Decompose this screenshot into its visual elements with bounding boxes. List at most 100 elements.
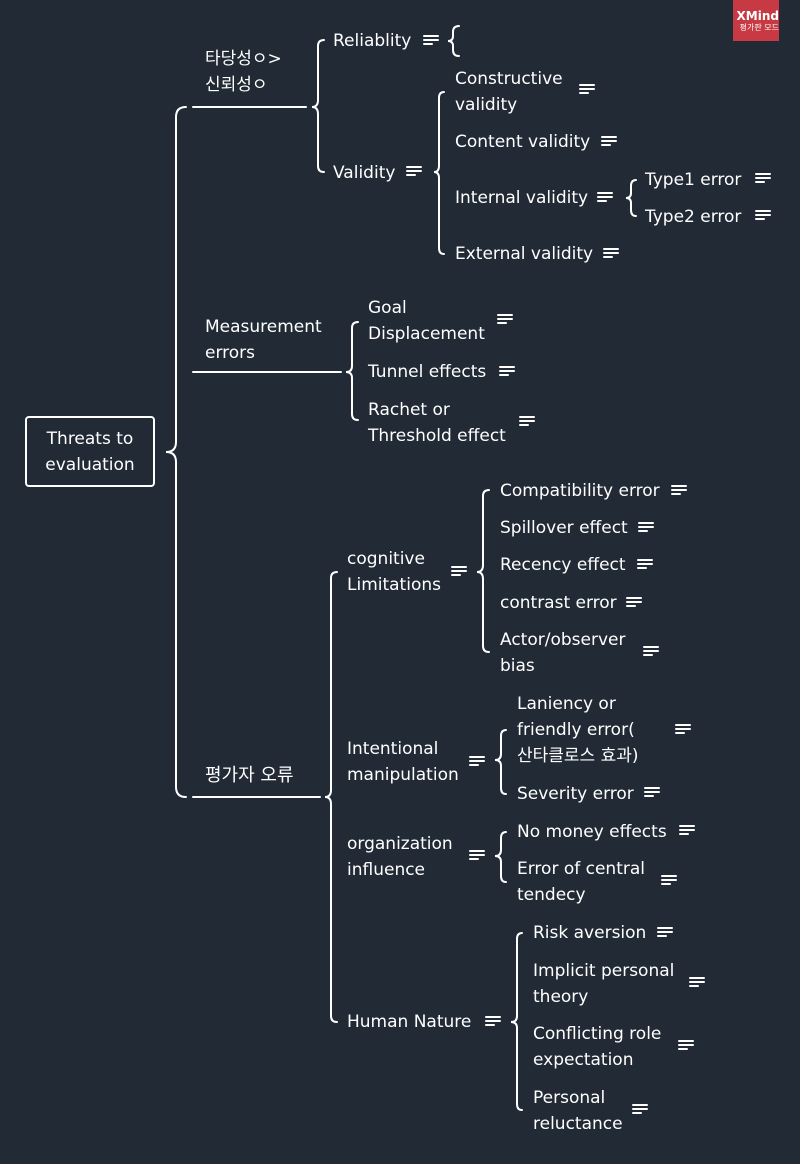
branch-label-line: 신뢰성ㅇ — [205, 75, 268, 95]
branch-label-line: errors — [205, 343, 256, 363]
note-icon[interactable] — [675, 724, 691, 735]
note-icon[interactable] — [755, 173, 771, 184]
topic-organization-influence[interactable]: organization influence — [347, 831, 453, 883]
topic-compatibility-error[interactable]: Compatibility error — [500, 478, 660, 504]
trial-mode-label: 평가판 모드 — [739, 22, 779, 32]
root-topic[interactable]: Threats to evaluation — [25, 416, 155, 487]
topic-intentional-manipulation[interactable]: Intentional manipulation — [347, 736, 459, 788]
note-icon[interactable] — [469, 756, 485, 767]
topic-actor-observer-bias[interactable]: Actor/observer bias — [500, 627, 625, 679]
topic-label-line: cognitive — [347, 549, 425, 569]
cognitive-brace — [476, 489, 490, 653]
note-icon[interactable] — [603, 248, 619, 259]
topic-label: Internal validity — [455, 188, 589, 208]
note-icon[interactable] — [626, 597, 642, 608]
topic-label-line: bias — [500, 656, 535, 676]
root-label-line2: evaluation — [45, 454, 135, 475]
topic-label: No money effects — [517, 822, 667, 842]
topic-label-line: Limitations — [347, 575, 441, 595]
topic-label-line: Intentional — [347, 739, 439, 759]
topic-content-validity[interactable]: Content validity — [455, 129, 590, 155]
topic-label-line: influence — [347, 860, 426, 880]
topic-rachet-threshold[interactable]: Rachet or Threshold effect — [368, 397, 506, 449]
note-icon[interactable] — [597, 192, 613, 203]
note-icon[interactable] — [469, 850, 485, 861]
note-icon[interactable] — [689, 977, 705, 988]
note-icon[interactable] — [678, 1040, 694, 1051]
note-icon[interactable] — [601, 136, 617, 147]
topic-no-money-effects[interactable]: No money effects — [517, 819, 667, 845]
topic-label-line: theory — [533, 987, 589, 1007]
topic-label: Type2 error — [645, 207, 742, 227]
note-icon[interactable] — [632, 1104, 648, 1115]
branch-evaluator-errors[interactable]: 평가자 오류 — [205, 763, 294, 789]
topic-label-line: validity — [455, 95, 518, 115]
topic-label: Human Nature — [347, 1012, 472, 1032]
branch-validity-reliability[interactable]: 타당성ㅇ> 신뢰성ㅇ — [205, 46, 282, 98]
topic-external-validity[interactable]: External validity — [455, 241, 593, 267]
branch-measurement-errors[interactable]: Measurement errors — [205, 314, 322, 366]
note-icon[interactable] — [643, 646, 659, 657]
note-icon[interactable] — [579, 84, 595, 95]
note-icon[interactable] — [644, 787, 660, 798]
topic-label-line: Conflicting role — [533, 1024, 662, 1044]
topic-reliability[interactable]: Reliablity — [333, 28, 411, 54]
topic-spillover-effect[interactable]: Spillover effect — [500, 515, 628, 541]
topic-human-nature[interactable]: Human Nature — [347, 1009, 471, 1035]
topic-tunnel-effects[interactable]: Tunnel effects — [368, 359, 486, 385]
topic-label-line: Displacement — [368, 324, 485, 344]
note-icon[interactable] — [671, 485, 687, 496]
topic-label-line: Personal — [533, 1088, 606, 1108]
xmind-trial-badge[interactable]: XMind 평가판 모드 — [733, 0, 779, 41]
topic-implicit-personal-theory[interactable]: Implicit personal theory — [533, 958, 674, 1010]
note-icon[interactable] — [637, 559, 653, 570]
note-icon[interactable] — [657, 927, 673, 938]
topic-label: Compatibility error — [500, 481, 660, 501]
note-icon[interactable] — [638, 522, 654, 533]
note-icon[interactable] — [499, 366, 515, 377]
note-icon[interactable] — [423, 35, 439, 46]
topic-label: contrast error — [500, 593, 617, 613]
note-icon[interactable] — [497, 314, 513, 325]
topic-internal-validity[interactable]: Internal validity — [455, 185, 588, 211]
topic-validity[interactable]: Validity — [333, 160, 395, 186]
topic-label-line: 산타클로스 효과) — [517, 746, 639, 766]
intentional-brace — [494, 729, 507, 795]
topic-label-line: Implicit personal — [533, 961, 675, 981]
topic-cognitive-limitations[interactable]: cognitive Limitations — [347, 546, 441, 598]
branch-label-line: Measurement — [205, 317, 322, 337]
note-icon[interactable] — [406, 166, 422, 177]
branch-label-line: 타당성ㅇ> — [205, 49, 282, 69]
topic-label: Risk aversion — [533, 923, 647, 943]
topic-goal-displacement[interactable]: Goal Displacement — [368, 295, 485, 347]
topic-constructive-validity[interactable]: Constructive validity — [455, 66, 563, 118]
topic-label: Validity — [333, 163, 396, 183]
topic-error-central-tendency[interactable]: Error of central tendecy — [517, 856, 645, 908]
topic-label: Recency effect — [500, 555, 626, 575]
topic-label-line: Error of central — [517, 859, 646, 879]
topic-contrast-error[interactable]: contrast error — [500, 590, 617, 616]
note-icon[interactable] — [485, 1016, 501, 1027]
note-icon[interactable] — [679, 825, 695, 836]
root-brace — [165, 106, 187, 798]
internal-brace — [625, 179, 637, 217]
topic-label-line: Threshold effect — [368, 426, 506, 446]
note-icon[interactable] — [519, 416, 535, 427]
topic-label: Severity error — [517, 784, 634, 804]
note-icon[interactable] — [451, 566, 467, 577]
note-icon[interactable] — [661, 875, 677, 886]
topic-personal-reluctance[interactable]: Personal reluctance — [533, 1085, 623, 1137]
topic-label-line: expectation — [533, 1050, 634, 1070]
note-icon[interactable] — [755, 210, 771, 221]
organization-brace — [494, 831, 507, 883]
topic-type1-error[interactable]: Type1 error — [645, 167, 741, 193]
topic-risk-aversion[interactable]: Risk aversion — [533, 920, 646, 946]
topic-laniency-friendly-error[interactable]: Laniency or friendly error( 산타클로스 효과) — [517, 691, 639, 769]
topic-label-line: friendly error( — [517, 720, 635, 740]
topic-label-line: Goal — [368, 298, 407, 318]
topic-severity-error[interactable]: Severity error — [517, 781, 634, 807]
human-brace — [510, 932, 523, 1111]
topic-conflicting-role-expectation[interactable]: Conflicting role expectation — [533, 1021, 661, 1073]
topic-recency-effect[interactable]: Recency effect — [500, 552, 626, 578]
topic-type2-error[interactable]: Type2 error — [645, 204, 741, 230]
